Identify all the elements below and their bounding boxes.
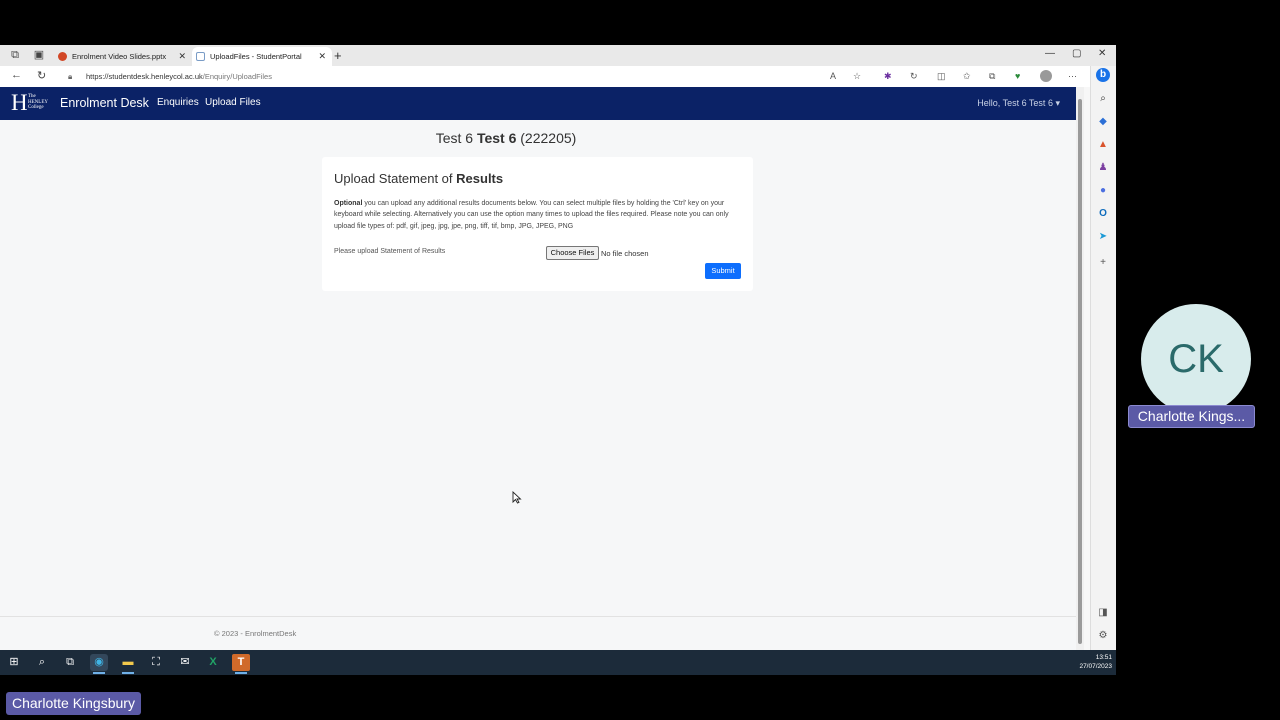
collections-icon[interactable]: ⧉ [989, 70, 995, 82]
tab-label: Enrolment Video Slides.pptx [72, 52, 167, 61]
tab-bar: ⧉ ▣ Enrolment Video Slides.pptx ✕ Upload… [0, 45, 1116, 66]
clock-time: 13:51 [1095, 654, 1112, 661]
upload-label: Please upload Statement of Results [334, 248, 446, 255]
site-navbar: H The HENLEY College Enrolment Desk Enqu… [0, 87, 1076, 120]
new-tab-button[interactable]: + [334, 47, 342, 64]
mail-icon[interactable]: ✉ [176, 654, 194, 671]
card-title-plain: Upload Statement of [334, 171, 453, 186]
card-title-bold: Results [456, 171, 504, 186]
powerpoint-icon [58, 52, 67, 61]
url-path: /Enquiry/UploadFiles [202, 72, 272, 81]
user-greeting: Hello, Test 6 Test 6 [977, 98, 1053, 108]
tab-enrolment-slides[interactable]: Enrolment Video Slides.pptx ✕ [54, 47, 192, 66]
tab-actions-icon[interactable]: ▣ [33, 49, 45, 61]
search-icon[interactable]: ⌕ [33, 654, 51, 671]
student-heading: Test 6 Test 6 (222205) [0, 130, 1012, 146]
read-aloud-icon[interactable]: A [830, 70, 836, 82]
add-sidebar-app-icon[interactable]: + [1096, 256, 1110, 270]
tools-icon[interactable]: ▲ [1096, 138, 1110, 152]
favorite-star-icon[interactable]: ☆ [853, 70, 861, 82]
footer-divider [0, 616, 1076, 617]
page-scrollbar[interactable] [1076, 87, 1084, 650]
student-last: Test 6 [476, 130, 517, 146]
refresh-extension-icon[interactable]: ↻ [910, 70, 918, 82]
student-id: (222205) [520, 130, 577, 146]
nav-enquiries[interactable]: Enquiries [157, 97, 199, 108]
store-icon[interactable]: ⛶ [147, 654, 165, 671]
outlook-icon[interactable]: O [1096, 207, 1110, 221]
settings-gear-icon[interactable]: ⚙ [1096, 629, 1110, 643]
excel-icon[interactable]: X [204, 654, 222, 671]
bing-icon[interactable]: b [1096, 68, 1110, 82]
refresh-icon[interactable]: ↻ [37, 69, 46, 82]
address-bar: ← ↻ 🔒︎ https://studentdesk.henleycol.ac.… [0, 66, 1116, 87]
start-icon[interactable]: ⊞ [5, 654, 23, 671]
hide-sidebar-icon[interactable]: ◨ [1096, 606, 1110, 620]
search-icon[interactable]: ⌕ [1096, 92, 1110, 106]
instructions-text: you can upload any additional results do… [334, 200, 729, 230]
microsoft-365-icon[interactable]: ● [1096, 184, 1110, 198]
lock-icon: 🔒︎ [68, 72, 73, 81]
screen: ⧉ ▣ Enrolment Video Slides.pptx ✕ Upload… [0, 0, 1280, 720]
submit-button[interactable]: Submit [705, 263, 741, 279]
back-icon[interactable]: ← [11, 69, 22, 81]
footer-copyright: © 2023 - EnrolmentDesk [214, 629, 297, 638]
browser-window: ⧉ ▣ Enrolment Video Slides.pptx ✕ Upload… [0, 45, 1116, 650]
shopping-tag-icon[interactable]: ◆ [1096, 115, 1110, 129]
more-icon[interactable]: ⋯ [1068, 70, 1077, 82]
file-explorer-icon[interactable]: ▬ [119, 654, 137, 674]
close-tab-icon[interactable]: ✕ [178, 47, 186, 66]
maximize-icon[interactable]: ▢ [1072, 48, 1081, 59]
tab-label: UploadFiles - StudentPortal [210, 52, 302, 61]
page-viewport: H The HENLEY College Enrolment Desk Enqu… [0, 87, 1076, 650]
profile-icon[interactable] [1040, 70, 1052, 82]
card-instructions: Optional you can upload any additional r… [334, 198, 744, 232]
page-icon [196, 52, 205, 61]
caret-down-icon: ▾ [1055, 98, 1060, 108]
system-clock[interactable]: 13:51 27/07/2023 [1079, 653, 1112, 671]
close-window-icon[interactable]: ✕ [1098, 48, 1106, 59]
split-screen-icon[interactable]: ◫ [937, 70, 946, 82]
drop-icon[interactable]: ➤ [1096, 230, 1110, 244]
brand-link[interactable]: Enrolment Desk [60, 96, 149, 110]
windows-taskbar: ⊞ ⌕ ⧉ ◉ ▬ ⛶ ✉ X T 13:51 27/07/2023 [0, 650, 1116, 675]
extension-icon[interactable]: ✱ [884, 70, 892, 82]
logo-letter: H [11, 90, 28, 115]
edge-sidebar: b ⌕ ◆ ▲ ♟ ● O ➤ + ◨ ⚙ [1090, 66, 1116, 650]
close-tab-icon[interactable]: ✕ [318, 47, 326, 66]
henley-college-logo[interactable]: H The HENLEY College [11, 90, 57, 115]
presenter-name-label: Charlotte Kingsbury [6, 692, 141, 715]
nav-upload-files[interactable]: Upload Files [205, 97, 261, 108]
upload-card: Upload Statement of Results Optional you… [322, 157, 753, 291]
edge-icon[interactable]: ◉ [90, 654, 108, 674]
participant-avatar: CK [1141, 304, 1251, 414]
favorites-icon[interactable]: ✩ [963, 70, 971, 82]
tab-upload-files[interactable]: UploadFiles - StudentPortal ✕ [192, 47, 332, 66]
url-field[interactable]: 🔒︎ https://studentdesk.henleycol.ac.uk/E… [58, 68, 848, 85]
teams-icon[interactable]: T [232, 654, 250, 674]
student-first: Test 6 [435, 130, 474, 146]
optional-label: Optional [334, 200, 363, 207]
url-host: https://studentdesk.henleycol.ac.uk [86, 72, 203, 81]
browser-essentials-icon[interactable]: ♥ [1015, 70, 1020, 82]
choose-files-button[interactable]: Choose Files [546, 246, 599, 260]
card-title: Upload Statement of Results [334, 171, 503, 186]
no-file-text: No file chosen [601, 249, 649, 258]
clock-date: 27/07/2023 [1079, 663, 1112, 670]
participant-name-label: Charlotte Kings... [1128, 405, 1255, 428]
scrollbar-thumb[interactable] [1078, 99, 1082, 644]
user-menu[interactable]: Hello, Test 6 Test 6 ▾ [977, 98, 1060, 109]
logo-text: The HENLEY College [28, 94, 48, 111]
minimize-icon[interactable]: — [1045, 48, 1055, 59]
task-view-icon[interactable]: ⧉ [61, 654, 79, 671]
games-icon[interactable]: ♟ [1096, 161, 1110, 175]
workspaces-icon[interactable]: ⧉ [9, 49, 21, 61]
